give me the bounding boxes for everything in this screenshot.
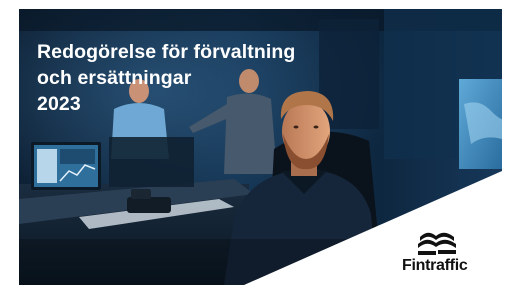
- report-cover: Redogörelse för förvaltning och ersättni…: [19, 9, 502, 285]
- title-line-2: och ersättningar: [37, 67, 192, 89]
- title-line-1: Redogörelse för förvaltning: [37, 41, 296, 63]
- title-line-3: 2023: [37, 93, 81, 115]
- report-title: Redogörelse för förvaltning och ersättni…: [37, 39, 295, 117]
